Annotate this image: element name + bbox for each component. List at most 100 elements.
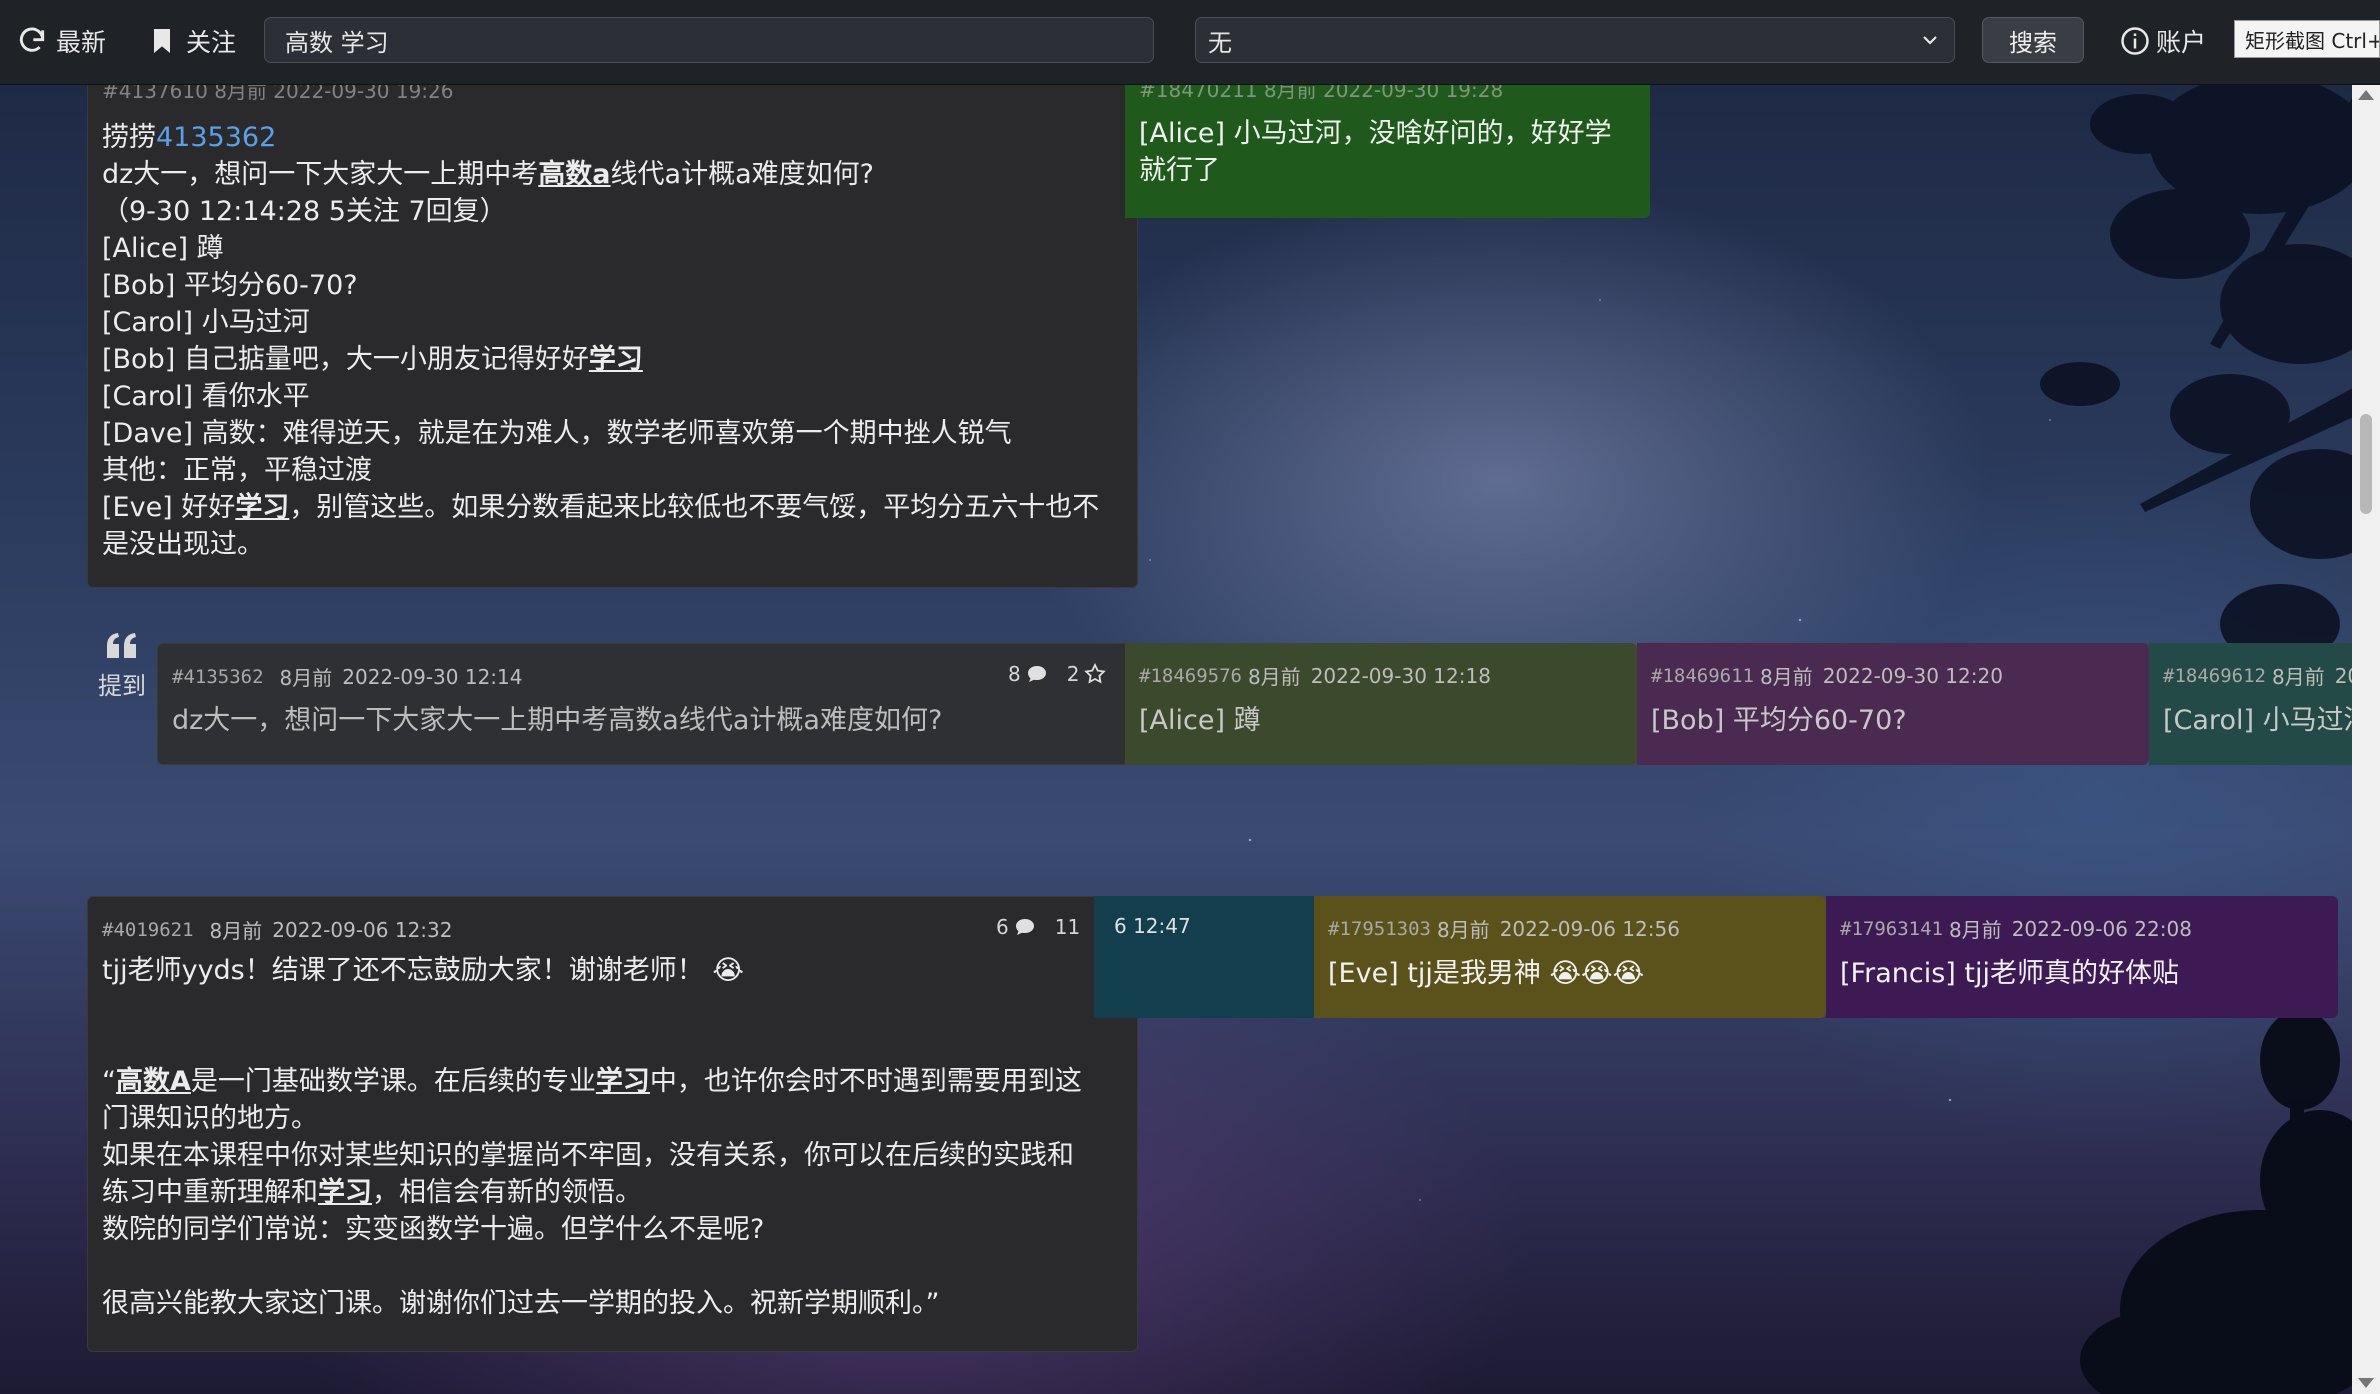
reply-meta: #18469611 8月前 2022-09-30 12:20 [1637,643,2149,690]
thread-line: 门课知识的地方。 [102,1100,1132,1137]
keyword-highlight: 学习 [588,344,643,375]
reply-id: #18469576 [1139,664,1242,687]
star-count-value: 11 [1054,915,1081,939]
reply-card[interactable]: #18469611 8月前 2022-09-30 12:20 [Bob] 平均分60-… [1637,643,2149,765]
reply-id: #17951303 [1328,917,1431,940]
chevron-down-icon [1923,36,1937,45]
reply-ago: 8月前 [2271,665,2325,689]
mention-label: 提到 [92,632,152,701]
thread-meta: #4019621 8月前 2022-09-06 12:32 [102,915,452,944]
thread-line: 练习中重新理解和学习，相信会有新的领悟。 [102,1174,1132,1211]
reply-id: #18469612 [2163,664,2266,687]
line-text: [Alice] 蹲 [102,233,224,264]
reply-ago: 8月前 [1948,918,2002,942]
vertical-scrollbar[interactable] [2352,84,2380,1394]
reply-text-content: [Bob] 平均分60-70? [1651,705,1907,736]
follow-button[interactable]: 关注 [146,18,236,64]
thread-date: 2022-09-06 12:32 [272,917,453,942]
quoted-post-meta: #4135362 8月前 2022-09-30 12:14 [172,662,522,691]
reply-time-partial: 6 12:47 [1114,914,1191,938]
reply-text: [Alice] 小马过河，没啥好问的，好好学 就行了 [1125,103,1650,189]
quoted-post-date: 2022-09-30 12:14 [342,664,523,689]
keyword-highlight: 学习 [235,492,290,523]
account-button[interactable]: 账户 [2120,18,2206,64]
thread-reply-card-partial[interactable]: 6 12:47 [1094,896,1318,1018]
reply-card[interactable]: #17963141 8月前 2022-09-06 22:08 [Francis] tj… [1826,896,2338,1018]
keyword-highlight: 学习 [318,1177,372,1208]
screenshot-hint-tooltip: 矩形截图 Ctrl+ [2234,20,2380,58]
reply-date: 2022-09-30 12:20 [1822,663,2003,688]
reply-meta: #184696128月前 2022-09-30 12:20 [2149,643,2352,690]
reply-date: 2022-09-06 12:56 [1499,916,1680,941]
reply-text: [Bob] 平均分60-70? [1637,690,2149,739]
comment-icon [1027,666,1046,682]
line-text: 数院的同学们常说：实变函数学十遍。但学什么不是呢? [102,1214,765,1245]
thread-stats: 6 11 [996,915,1080,939]
thread-line: [Bob] 平均分60-70? [102,267,1132,304]
reply-date: 2022-09-30 12:20 [2334,663,2352,688]
star-count-partial[interactable]: 11 [1055,915,1080,939]
line-text: “ [102,1066,116,1097]
follow-label: 关注 [186,28,237,57]
thread-body: tjj老师yyds！结课了还不忘鼓励大家！谢谢老师！ 😭 “高数A是一门基础数学… [102,952,1132,1322]
thread-paragraph: “高数A是一门基础数学课。在后续的专业学习中，也许你会时不时遇到需要用到这 门课知… [102,1063,1132,1248]
reply-card[interactable]: #184696128月前 2022-09-30 12:20 [Carol] 小马过河 [2149,643,2352,765]
thread-first-line-text: tjj老师yyds！结课了还不忘鼓励大家！谢谢老师！ [102,955,704,986]
reply-id: #18469611 [1651,664,1754,687]
filter-select-value: 无 [1208,28,1232,57]
reply-meta: #17963141 8月前 2022-09-06 22:08 [1826,896,2338,943]
reply-count-value: 6 [996,915,1009,939]
reply-ago: 8月前 [1436,918,1490,942]
quoted-post-id: #4135362 [172,665,264,688]
scroll-down-arrow-icon[interactable] [2358,1378,2374,1388]
thread-id: #4019621 [102,918,194,941]
search-button[interactable]: 搜索 [1982,17,2084,63]
thread-line: 是没出现过。 [102,526,1132,563]
comment-icon [1015,919,1034,935]
info-icon [2121,27,2149,55]
thread-lead: 捞捞 [102,122,156,153]
reply-text-content: [Carol] 小马过河 [2163,705,2352,736]
scroll-thumb[interactable] [2360,414,2372,514]
quoted-post-link[interactable]: 4135362 [156,122,276,153]
refresh-icon [19,27,45,52]
line-text: [Dave] 高数：难得逆天，就是在为难人，数学老师喜欢第一个期中挫人锐气 [102,418,1012,449]
reply-count: 8 [1008,662,1049,686]
quoted-post-text: dz大一，想问一下大家大一上期中考高数a线代a计概a难度如何? [172,705,943,736]
thread-body: 捞捞4135362 dz大一，想问一下大家大一上期中考高数a线代a计概a难度如何… [102,119,1132,563]
tree-silhouette-bottom [2080,1010,2360,1394]
thread-card[interactable]: #4137610 8月前 2022-09-30 19:26 捞捞4135362 … [87,40,1138,588]
thread-line: [Eve] 好好学习，别管这些。如果分数看起来比较低也不要气馁，平均分五六十也不 [102,489,1132,526]
search-input[interactable] [264,17,1154,63]
line-text: [Eve] 好好 [102,492,236,523]
latest-button[interactable]: 最新 [16,18,106,64]
reply-card[interactable]: #17951303 8月前 2022-09-06 12:56 [Eve] tjj是我男… [1314,896,1826,1018]
thread-line: 数院的同学们常说：实变函数学十遍。但学什么不是呢? [102,1211,1132,1248]
reply-text-content: [Francis] tjj老师真的好体贴 [1840,958,2179,989]
line-text: 其他：正常，平稳过渡 [102,455,372,486]
thread-closing-line: 很高兴能教大家这门课。谢谢你们过去一学期的投入。祝新学期顺利。” [102,1288,940,1319]
keyword-highlight: 高数A [116,1066,191,1097]
reply-ago: 8月前 [1759,665,1813,689]
line-text: 练习中重新理解和 [102,1177,318,1208]
filter-select[interactable]: 无 [1195,17,1955,63]
latest-label: 最新 [56,28,107,57]
line-text: 是一门基础数学课。在后续的专业 [190,1066,596,1097]
scroll-up-arrow-icon[interactable] [2358,90,2374,100]
reply-text: [Francis] tjj老师真的好体贴 [1826,943,2338,992]
crying-emoji-icon: 😭😭😭 [1549,958,1645,989]
top-toolbar: 最新 关注 无 搜索 账户 矩形截图 Ctrl+ [0,0,2380,85]
thread-first-line: tjj老师yyds！结课了还不忘鼓励大家！谢谢老师！ 😭 [102,952,1132,989]
line-text: ，相信会有新的领悟。 [372,1177,642,1208]
line-text: 线代a计概a难度如何? [610,159,874,190]
reply-card[interactable]: #18469576 8月前 2022-09-30 12:18 [Alice] 蹲 [1125,643,1637,765]
line-text: [Bob] 自己掂量吧，大一小朋友记得好好 [102,344,589,375]
line-text: [Bob] 平均分60-70? [102,270,358,301]
reply-text: [Eve] tjj是我男神 😭😭😭 [1314,943,1826,992]
bookmark-icon [154,29,170,53]
star-count[interactable]: 2 [1067,662,1108,686]
quoted-post-ago: 8月前 [279,666,333,690]
star-count-value: 2 [1066,662,1080,686]
quoted-post-card[interactable]: #4135362 8月前 2022-09-30 12:14 8 2 dz大一，想… [157,643,1157,765]
thread-card[interactable]: #4019621 8月前 2022-09-06 12:32 6 11 tjj老师… [87,896,1138,1352]
